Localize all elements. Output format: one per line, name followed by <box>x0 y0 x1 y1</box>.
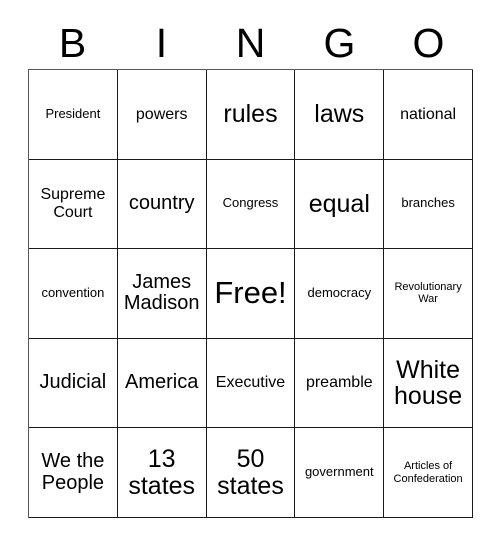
bingo-cell[interactable]: Supreme Court <box>29 159 118 250</box>
bingo-cell[interactable]: 13 states <box>117 428 207 518</box>
bingo-row: President powers rules laws national <box>29 70 473 160</box>
bingo-row: Judicial America Executive preamble Whit… <box>29 338 473 429</box>
bingo-cell[interactable]: country <box>117 159 207 250</box>
bingo-cell-label: 13 states <box>128 445 196 500</box>
bingo-cell-label: Revolutionary War <box>394 280 462 306</box>
bingo-cell-label: country <box>128 192 195 215</box>
bingo-cell-label: preamble <box>305 374 373 392</box>
bingo-cell[interactable]: rules <box>206 70 296 160</box>
bingo-cell[interactable]: convention <box>29 249 118 339</box>
bingo-cell[interactable]: democracy <box>295 249 385 339</box>
bingo-cell-label: government <box>304 464 374 480</box>
bingo-cell[interactable]: James Madison <box>117 249 207 339</box>
bingo-cell[interactable]: Revolutionary War <box>384 249 473 339</box>
bingo-cell[interactable]: We the People <box>29 428 118 518</box>
bingo-cell-label: branches <box>401 195 455 211</box>
bingo-cell[interactable]: powers <box>117 70 207 160</box>
bingo-card: B I N G O President powers rules laws na… <box>0 0 500 544</box>
bingo-cell-label: We the People <box>41 450 105 494</box>
bingo-cell[interactable]: President <box>29 70 118 160</box>
bingo-cell-label: James Madison <box>123 270 200 315</box>
bingo-cell[interactable]: government <box>295 428 385 518</box>
bingo-cell-label: equal <box>308 189 370 218</box>
bingo-cell-label: national <box>400 105 457 123</box>
bingo-header: B I N G O <box>28 18 473 69</box>
bingo-cell-label: 50 states <box>217 445 284 500</box>
bingo-cell-free[interactable]: Free! <box>206 249 296 339</box>
bingo-cell-label: Judicial <box>39 371 107 394</box>
bingo-cell[interactable]: Executive <box>206 338 296 429</box>
bingo-cell[interactable]: 50 states <box>206 428 296 518</box>
bingo-cell[interactable]: Articles of Confederation <box>384 428 473 518</box>
bingo-grid: President powers rules laws national Sup… <box>28 69 473 518</box>
bingo-cell-label: Supreme Court <box>40 186 106 221</box>
bingo-cell[interactable]: national <box>384 70 473 160</box>
bingo-cell[interactable]: White house <box>384 338 473 429</box>
bingo-cell[interactable]: branches <box>384 159 473 250</box>
bingo-cell-label: convention <box>41 285 105 301</box>
bingo-cell[interactable]: laws <box>295 70 385 160</box>
bingo-cell[interactable]: America <box>117 338 207 429</box>
bingo-row: Supreme Court country Congress equal bra… <box>29 159 473 250</box>
bingo-cell-label: Congress <box>222 195 279 211</box>
header-letter-b: B <box>58 20 87 66</box>
bingo-cell[interactable]: preamble <box>295 338 385 429</box>
header-letter-n: N <box>235 20 266 66</box>
bingo-cell-label: Articles of Confederation <box>393 459 463 485</box>
bingo-cell[interactable]: Judicial <box>29 338 118 429</box>
bingo-row: convention James Madison Free! democracy… <box>29 249 473 339</box>
bingo-cell-label: powers <box>135 105 188 123</box>
bingo-cell-label: President <box>45 105 101 121</box>
bingo-cell-label: Free! <box>214 275 287 311</box>
bingo-cell-label: rules <box>223 100 278 129</box>
header-letter-i: I <box>155 20 168 66</box>
bingo-cell-label: White house <box>394 355 463 411</box>
bingo-cell-label: laws <box>314 100 365 129</box>
bingo-cell-label: democracy <box>307 285 372 301</box>
bingo-cell[interactable]: equal <box>295 159 385 250</box>
bingo-cell-label: America <box>125 371 199 394</box>
bingo-cell-label: Executive <box>215 374 286 392</box>
bingo-cell[interactable]: Congress <box>206 159 296 250</box>
header-letter-o: O <box>412 20 445 66</box>
header-letter-g: G <box>323 20 356 66</box>
bingo-row: We the People 13 states 50 states govern… <box>29 428 473 518</box>
